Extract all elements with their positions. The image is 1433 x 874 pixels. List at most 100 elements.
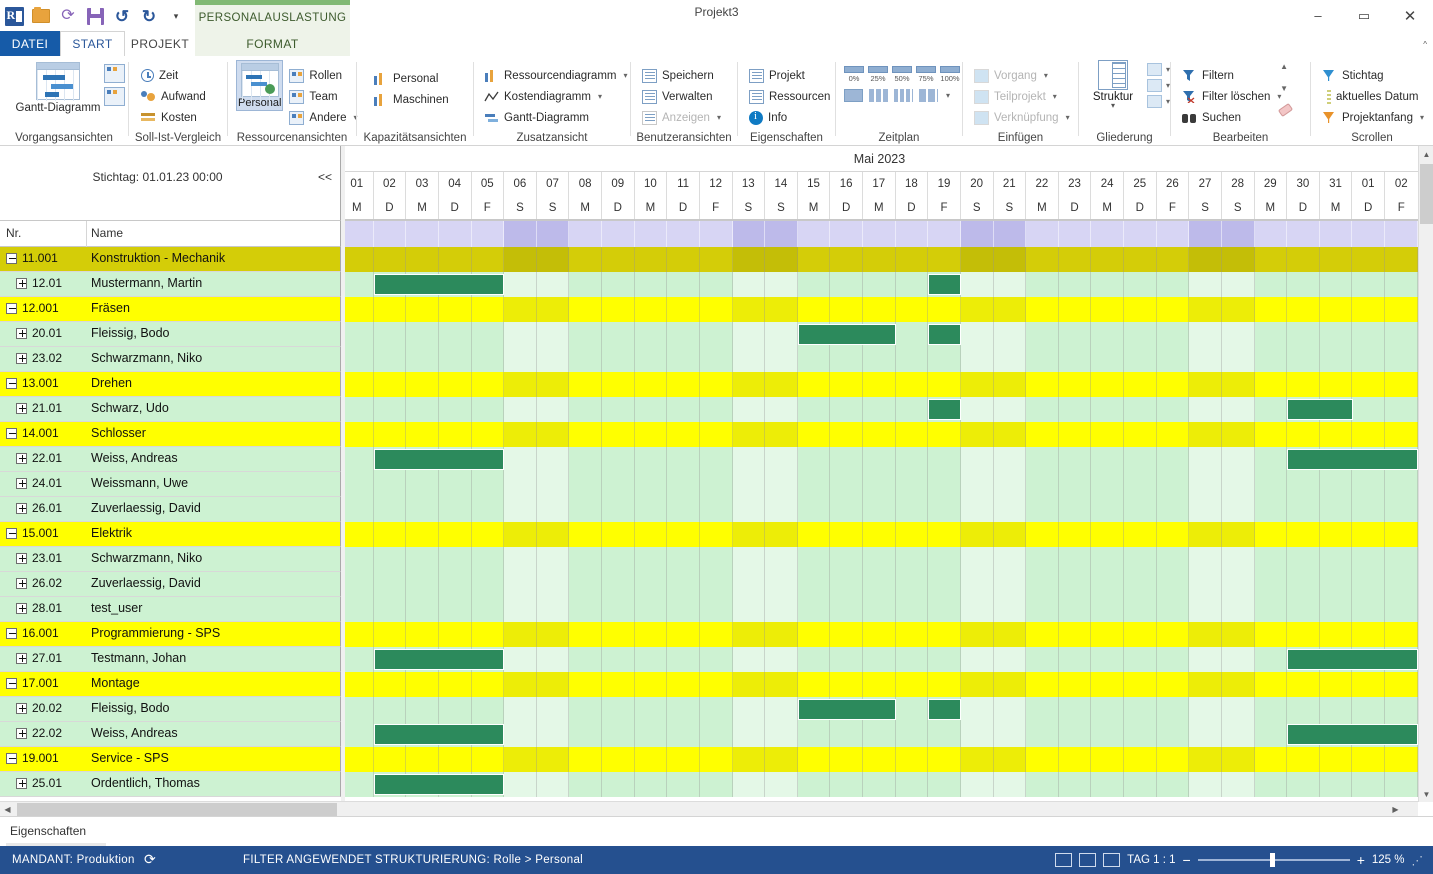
- table-row[interactable]: 26.01Zuverlaessig, David: [0, 497, 1418, 522]
- row-expander-icon[interactable]: [16, 778, 27, 789]
- row-expander-icon[interactable]: [16, 278, 27, 289]
- row-left-cells[interactable]: 25.01Ordentlich, Thomas: [0, 772, 341, 797]
- table-row[interactable]: 14.001Schlosser: [0, 422, 1418, 447]
- table-row[interactable]: 21.01Schwarz, Udo: [0, 397, 1418, 422]
- table-row[interactable]: 22.01Weiss, Andreas: [0, 447, 1418, 472]
- struktur-caret-icon[interactable]: ▾: [1111, 103, 1115, 109]
- filtern-button[interactable]: Filtern: [1182, 65, 1310, 86]
- row-expander-icon[interactable]: [16, 478, 27, 489]
- gantt-bar[interactable]: [374, 774, 505, 795]
- properties-label[interactable]: Eigenschaften: [10, 824, 86, 838]
- row-gantt-cells[interactable]: [341, 522, 1418, 547]
- row-gantt-cells[interactable]: [341, 322, 1418, 347]
- table-row[interactable]: 12.001Fräsen: [0, 297, 1418, 322]
- progress-50-button[interactable]: 50%: [892, 66, 912, 83]
- row-gantt-cells[interactable]: [341, 347, 1418, 372]
- gantt-bar[interactable]: [1287, 724, 1418, 745]
- row-left-cells[interactable]: 11.001Konstruktion - Mechanik: [0, 247, 341, 272]
- vertical-scrollbar[interactable]: ▲ ▼: [1418, 146, 1433, 802]
- maximize-button[interactable]: ▭: [1341, 0, 1387, 31]
- table-row[interactable]: 20.01Fleissig, Bodo: [0, 322, 1418, 347]
- table-row[interactable]: 25.01Ordentlich, Thomas: [0, 772, 1418, 797]
- scroll-right-arrow-icon[interactable]: ▶: [1388, 802, 1403, 817]
- row-expander-icon[interactable]: [6, 528, 17, 539]
- table-row[interactable]: 23.02Schwarzmann, Niko: [0, 347, 1418, 372]
- zoom-in-button[interactable]: +: [1357, 852, 1365, 868]
- row-left-cells[interactable]: 21.01Schwarz, Udo: [0, 397, 341, 422]
- row-gantt-cells[interactable]: [341, 672, 1418, 697]
- gantt-bar[interactable]: [798, 699, 896, 720]
- row-left-cells[interactable]: 23.01Schwarzmann, Niko: [0, 547, 341, 572]
- horizontal-scrollbar[interactable]: ◀ ▶: [0, 801, 1418, 816]
- row-gantt-cells[interactable]: [341, 647, 1418, 672]
- indent-icon[interactable]: [1147, 63, 1162, 76]
- table-row[interactable]: 16.001Programmierung - SPS: [0, 622, 1418, 647]
- scroll-down-icon[interactable]: ▼: [1280, 84, 1288, 93]
- column-header-nr[interactable]: Nr.: [6, 226, 21, 240]
- row-gantt-cells[interactable]: [341, 447, 1418, 472]
- speichern-view-button[interactable]: Speichern: [642, 65, 737, 86]
- progress-100-button[interactable]: 100%: [940, 66, 960, 83]
- row-expander-icon[interactable]: [6, 753, 17, 764]
- schedule-split-icon[interactable]: [869, 89, 888, 102]
- view-mode-2-icon[interactable]: [1079, 853, 1096, 867]
- row-gantt-cells[interactable]: [341, 597, 1418, 622]
- zeit-button[interactable]: Zeit: [141, 65, 227, 86]
- progress-0-button[interactable]: 0%: [844, 66, 864, 83]
- vertical-scroll-thumb[interactable]: [1420, 164, 1433, 224]
- progress-25-button[interactable]: 25%: [868, 66, 888, 83]
- view-tile-1-icon[interactable]: [104, 64, 125, 83]
- ressourcendiagramm-caret-icon[interactable]: ▾: [624, 71, 628, 80]
- row-expander-icon[interactable]: [16, 703, 27, 714]
- outdent-icon[interactable]: [1147, 79, 1162, 92]
- row-expander-icon[interactable]: [16, 503, 27, 514]
- row-left-cells[interactable]: 26.01Zuverlaessig, David: [0, 497, 341, 522]
- row-left-cells[interactable]: 26.02Zuverlaessig, David: [0, 572, 341, 597]
- ressourcendiagramm-button[interactable]: Ressourcendiagramm ▾: [484, 65, 630, 86]
- kostendiagramm-caret-icon[interactable]: ▾: [598, 92, 602, 101]
- row-left-cells[interactable]: 19.001Service - SPS: [0, 747, 341, 772]
- table-row[interactable]: 11.001Konstruktion - Mechanik: [0, 247, 1418, 272]
- kostendiagramm-button[interactable]: Kostendiagramm ▾: [484, 86, 630, 107]
- row-expander-icon[interactable]: [6, 428, 17, 439]
- row-gantt-cells[interactable]: [341, 397, 1418, 422]
- gantt-bar[interactable]: [374, 724, 505, 745]
- collapse-level-icon[interactable]: [1147, 95, 1162, 108]
- status-refresh-icon[interactable]: ⟳: [144, 851, 156, 868]
- row-left-cells[interactable]: 12.01Mustermann, Martin: [0, 272, 341, 297]
- info-button[interactable]: Info: [749, 107, 835, 128]
- gantt-bar[interactable]: [798, 324, 896, 345]
- scroll-left-arrow-icon[interactable]: ◀: [0, 802, 15, 817]
- gantt-bar[interactable]: [928, 324, 961, 345]
- collapse-panel-button[interactable]: <<: [318, 170, 332, 184]
- row-expander-icon[interactable]: [16, 603, 27, 614]
- row-expander-icon[interactable]: [16, 403, 27, 414]
- scroll-up-arrow-icon[interactable]: ▲: [1419, 146, 1433, 162]
- gantt-bar[interactable]: [374, 649, 505, 670]
- row-expander-icon[interactable]: [16, 353, 27, 364]
- column-header-name[interactable]: Name: [91, 226, 123, 240]
- row-expander-icon[interactable]: [16, 653, 27, 664]
- row-expander-icon[interactable]: [6, 378, 17, 389]
- table-row[interactable]: 23.01Schwarzmann, Niko: [0, 547, 1418, 572]
- row-left-cells[interactable]: 15.001Elektrik: [0, 522, 341, 547]
- maschinen-button[interactable]: Maschinen: [373, 89, 473, 110]
- row-gantt-cells[interactable]: [341, 772, 1418, 797]
- row-expander-icon[interactable]: [6, 678, 17, 689]
- row-gantt-cells[interactable]: [341, 297, 1418, 322]
- projekt-props-button[interactable]: Projekt: [749, 65, 835, 86]
- table-row[interactable]: 28.01test_user: [0, 597, 1418, 622]
- row-expander-icon[interactable]: [6, 303, 17, 314]
- table-row[interactable]: 24.01Weissmann, Uwe: [0, 472, 1418, 497]
- projektanfang-caret-icon[interactable]: ▾: [1420, 113, 1424, 122]
- close-button[interactable]: ✕: [1387, 0, 1433, 31]
- progress-75-button[interactable]: 75%: [916, 66, 936, 83]
- row-left-cells[interactable]: 16.001Programmierung - SPS: [0, 622, 341, 647]
- aktuelles-datum-button[interactable]: aktuelles Datum: [1322, 86, 1433, 107]
- row-expander-icon[interactable]: [16, 453, 27, 464]
- row-left-cells[interactable]: 17.001Montage: [0, 672, 341, 697]
- view-tile-2-icon[interactable]: [104, 87, 125, 106]
- gantt-bar[interactable]: [1287, 449, 1418, 470]
- row-left-cells[interactable]: 23.02Schwarzmann, Niko: [0, 347, 341, 372]
- row-gantt-cells[interactable]: [341, 547, 1418, 572]
